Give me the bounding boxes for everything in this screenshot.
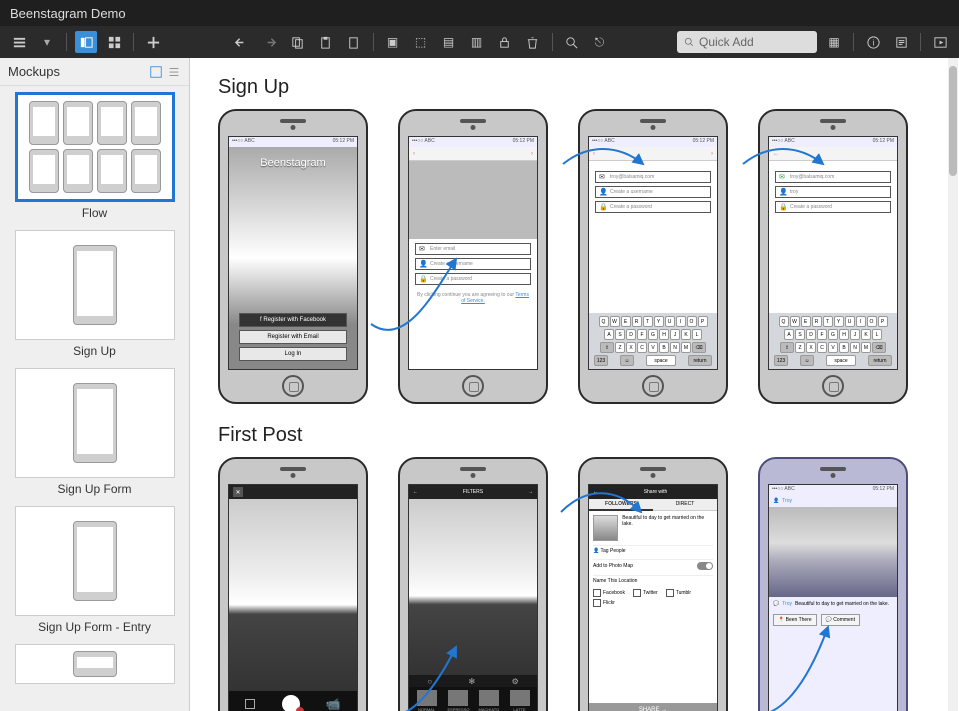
comment-button[interactable]: 💬 Comment — [821, 614, 860, 626]
svg-text:i: i — [872, 37, 874, 47]
email-field[interactable]: ✉troy@balsamiq.com — [775, 171, 891, 183]
back-icon[interactable]: ‹ — [413, 151, 415, 157]
back-icon[interactable]: ← — [413, 489, 418, 495]
lock-icon[interactable] — [494, 31, 516, 53]
window-title-bar: Beenstagram Demo — [0, 0, 959, 26]
filter-strip[interactable]: NORMAL ESPRESSO MACHIATO LATTE — [409, 687, 537, 711]
clipboard-icon[interactable] — [343, 31, 365, 53]
tag-people-row[interactable]: 👤 Tag People — [593, 545, 713, 556]
dropdown-icon[interactable]: ▾ — [36, 31, 58, 53]
social-flickr[interactable]: Flickr — [593, 599, 615, 607]
password-field[interactable]: 🔒Create a password — [415, 273, 531, 285]
canvas[interactable]: Sign Up •••○○ ABC05:12 PM Beenstagram f … — [190, 58, 959, 711]
sidebar-list-icon[interactable] — [167, 65, 181, 79]
feed-user-header[interactable]: 👤 Troy — [769, 495, 897, 507]
panel-toggle-icon[interactable] — [75, 31, 97, 53]
photo-map-row[interactable]: Add to Photo Map — [593, 559, 713, 572]
feed-photo — [769, 507, 897, 597]
quick-add-input[interactable]: Quick Add — [677, 31, 817, 53]
forward-icon[interactable]: › — [531, 151, 533, 157]
phone-share[interactable]: ←Share with FOLLOWERS DIRECT Beautiful t… — [578, 457, 728, 711]
social-twitter[interactable]: Twitter — [633, 589, 658, 597]
group-icon[interactable]: ▣ — [382, 31, 404, 53]
paste-icon[interactable] — [315, 31, 337, 53]
email-field[interactable]: ✉Enter email — [415, 243, 531, 255]
home-button-icon — [642, 375, 664, 397]
username-field[interactable]: 👤Create a username — [595, 186, 711, 198]
register-email-button[interactable]: Register with Email — [239, 330, 347, 344]
toggle-icon — [697, 562, 713, 570]
search-icon — [683, 36, 695, 48]
mockup-list[interactable]: Flow Sign Up Sign Up Form Sign Up Form -… — [0, 86, 189, 711]
been-there-button[interactable]: 📍 Been There — [773, 614, 817, 626]
tab-direct[interactable]: DIRECT — [653, 499, 717, 511]
filter-preview — [409, 499, 537, 675]
mockup-item-signup[interactable]: Sign Up — [10, 230, 179, 358]
shutter-button[interactable] — [282, 695, 300, 711]
mockup-item-signup-form[interactable]: Sign Up Form — [10, 368, 179, 496]
add-icon[interactable] — [142, 31, 164, 53]
tab-followers[interactable]: FOLLOWERS — [589, 499, 653, 511]
video-icon[interactable]: 📹 — [326, 697, 341, 711]
canvas-scrollbar[interactable] — [948, 58, 958, 711]
app-brand-label: Beenstagram — [233, 157, 353, 169]
share-thumbnail — [593, 515, 618, 541]
export-icon[interactable]: ⎋ — [589, 31, 611, 53]
copy-icon[interactable] — [287, 31, 309, 53]
notes-icon[interactable] — [890, 31, 912, 53]
info-icon[interactable]: i — [862, 31, 884, 53]
keyboard[interactable]: QWERTYUIOP ASDFGHJKL ⇧ZXCVBNM⌫ 123☺space… — [589, 313, 717, 369]
username-field[interactable]: 👤troy — [775, 186, 891, 198]
section-title-signup: Sign Up — [218, 76, 931, 99]
sidebar-view-icon[interactable] — [149, 65, 163, 79]
social-facebook[interactable]: Facebook — [593, 589, 625, 597]
send-back-icon[interactable]: ▥ — [466, 31, 488, 53]
filters-title: FILTERS — [463, 489, 483, 495]
phone-landing[interactable]: •••○○ ABC05:12 PM Beenstagram f Register… — [218, 109, 368, 404]
section-title-firstpost: First Post — [218, 424, 931, 447]
close-icon[interactable]: ✕ — [233, 487, 243, 497]
phone-form-empty[interactable]: •••○○ ABC05:12 PM ‹› ✉Enter email 👤Creat… — [398, 109, 548, 404]
caption-text[interactable]: Beautiful to day to get married on the l… — [622, 515, 713, 541]
gallery-icon[interactable] — [245, 699, 255, 709]
phone-camera[interactable]: ✕ 📹 — [218, 457, 368, 711]
register-facebook-button[interactable]: f Register with Facebook — [239, 313, 347, 327]
window-title: Beenstagram Demo — [10, 6, 126, 21]
login-button[interactable]: Log In — [239, 347, 347, 361]
main-toolbar: ▾ ▣ ⬚ ▤ ▥ ⎋ Quick Add ▦ i — [0, 26, 959, 58]
home-button-icon — [822, 375, 844, 397]
sidebar-header: Mockups — [0, 58, 189, 86]
delete-icon[interactable] — [522, 31, 544, 53]
zoom-icon[interactable] — [561, 31, 583, 53]
next-icon[interactable]: → — [528, 489, 533, 495]
home-button-icon — [462, 375, 484, 397]
bring-front-icon[interactable]: ▤ — [438, 31, 460, 53]
camera-viewfinder — [229, 499, 357, 691]
grid-view-icon[interactable] — [103, 31, 125, 53]
mockups-sidebar: Mockups Flow Sign Up Sign Up Form — [0, 58, 190, 711]
undo-icon[interactable] — [231, 31, 253, 53]
terms-text: By clicking continue you are agreeing to… — [409, 289, 537, 307]
phone-feed[interactable]: •••○○ ABC05:12 PM 👤 Troy 💬TroyBeautiful … — [758, 457, 908, 711]
share-button[interactable]: SHARE → — [589, 703, 717, 711]
home-button-icon — [282, 375, 304, 397]
email-field[interactable]: ✉troy@balsamiq.com — [595, 171, 711, 183]
mockup-item-next[interactable] — [10, 644, 179, 684]
play-icon[interactable] — [929, 31, 951, 53]
keyboard[interactable]: QWERTYUIOP ASDFGHJKL ⇧ZXCVBNM⌫ 123☺space… — [769, 313, 897, 369]
password-field[interactable]: 🔒Create a password — [775, 201, 891, 213]
ungroup-icon[interactable]: ⬚ — [410, 31, 432, 53]
redo-icon[interactable] — [259, 31, 281, 53]
phone-form-filled[interactable]: •••○○ ABC05:12 PM ← ✉troy@balsamiq.com 👤… — [758, 109, 908, 404]
mockup-item-signup-entry[interactable]: Sign Up Form - Entry — [10, 506, 179, 634]
phone-filters[interactable]: ← FILTERS → ○✻⚙ NORMAL ESPRESSO MACHIATO… — [398, 457, 548, 711]
mockup-item-flow[interactable]: Flow — [10, 92, 179, 220]
password-field[interactable]: 🔒Create a password — [595, 201, 711, 213]
phone-form-keyboard[interactable]: •••○○ ABC05:12 PM ‹› ✉troy@balsamiq.com … — [578, 109, 728, 404]
name-location-row[interactable]: Name This Location — [593, 575, 713, 586]
social-tumblr[interactable]: Tumblr — [666, 589, 691, 597]
username-field[interactable]: 👤Create a username — [415, 258, 531, 270]
assets-icon[interactable]: ▦ — [823, 31, 845, 53]
menu-icon[interactable] — [8, 31, 30, 53]
